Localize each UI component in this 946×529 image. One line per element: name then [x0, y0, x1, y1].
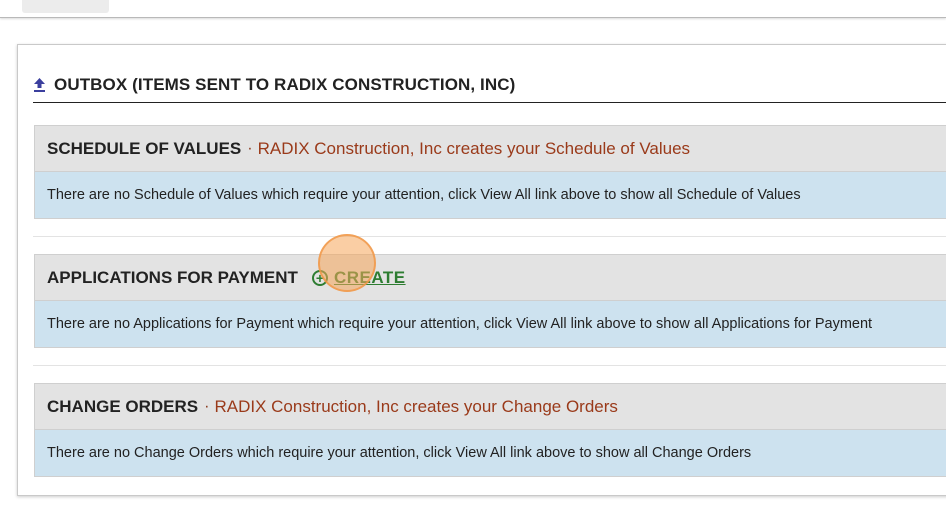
- outbox-header: OUTBOX (ITEMS SENT TO RADIX CONSTRUCTION…: [33, 68, 946, 103]
- create-button[interactable]: + CREATE: [311, 267, 406, 288]
- separator: ·: [204, 397, 210, 415]
- create-label: CREATE: [333, 267, 406, 287]
- empty-message: There are no Schedule of Values which re…: [47, 187, 801, 203]
- empty-message: There are no Change Orders which require…: [47, 445, 752, 461]
- section-body: There are no Applications for Payment wh…: [35, 301, 946, 347]
- section-body: There are no Change Orders which require…: [35, 430, 946, 476]
- section-title: CHANGE ORDERS: [47, 396, 199, 416]
- section-title: SCHEDULE OF VALUES: [47, 138, 242, 158]
- section-subtitle: RADIX Construction, Inc creates your Sch…: [257, 138, 691, 158]
- divider: [33, 365, 946, 366]
- change-orders-section: CHANGE ORDERS · RADIX Construction, Inc …: [34, 383, 946, 477]
- section-header: CHANGE ORDERS · RADIX Construction, Inc …: [35, 384, 946, 430]
- section-body: There are no Schedule of Values which re…: [35, 172, 946, 218]
- section-header: APPLICATIONS FOR PAYMENT + CREATE: [35, 255, 946, 301]
- outbox-title: OUTBOX (ITEMS SENT TO RADIX CONSTRUCTION…: [54, 75, 516, 94]
- divider: [33, 236, 946, 237]
- plus-circle-icon: +: [311, 269, 328, 286]
- section-header: SCHEDULE OF VALUES · RADIX Construction,…: [35, 126, 946, 172]
- top-tab[interactable]: [22, 0, 109, 13]
- empty-message: There are no Applications for Payment wh…: [47, 316, 873, 332]
- upload-icon: [33, 77, 46, 93]
- separator: ·: [247, 139, 253, 157]
- applications-for-payment-section: APPLICATIONS FOR PAYMENT + CREATE There …: [34, 254, 946, 348]
- section-title: APPLICATIONS FOR PAYMENT: [47, 267, 298, 287]
- schedule-of-values-section: SCHEDULE OF VALUES · RADIX Construction,…: [34, 125, 946, 219]
- top-bar: [0, 0, 946, 18]
- section-subtitle: RADIX Construction, Inc creates your Cha…: [214, 396, 618, 416]
